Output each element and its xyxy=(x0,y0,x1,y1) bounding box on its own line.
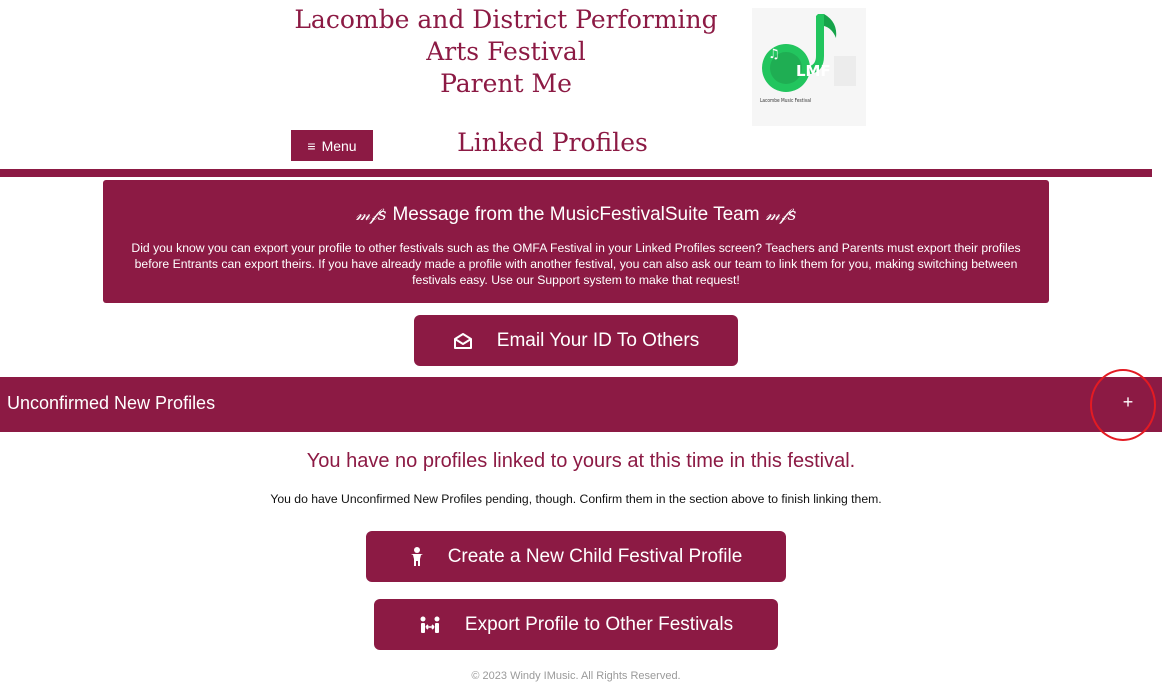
music-note-icon: ♫ LMF Lacombe Music Festival xyxy=(760,14,856,104)
people-arrows-icon xyxy=(419,616,441,634)
no-profiles-heading: You have no profiles linked to yours at … xyxy=(306,450,856,472)
pending-notice: You do have Unconfirmed New Profiles pen… xyxy=(270,492,882,506)
message-title: Message from the MusicFestivalSuite Team xyxy=(392,204,760,225)
page: Lacombe and District Performing Arts Fes… xyxy=(0,0,1162,684)
menu-label: Menu xyxy=(321,137,357,154)
logo-mark-text: LMF xyxy=(796,62,831,80)
message-body: Did you know you can export your profile… xyxy=(131,241,1021,287)
envelope-open-icon xyxy=(453,332,473,350)
page-heading: Linked Profiles xyxy=(457,128,648,157)
email-id-label: Email Your ID To Others xyxy=(496,329,700,351)
mfs-logo-icon: 𝓂𝒻s xyxy=(765,205,797,225)
create-child-label: Create a New Child Festival Profile xyxy=(447,545,743,567)
svg-text:♫: ♫ xyxy=(768,47,780,62)
create-child-profile-button[interactable]: Create a New Child Festival Profile xyxy=(366,531,786,582)
team-message-box: 𝓂𝒻s Message from the MusicFestivalSuite T… xyxy=(103,180,1049,303)
export-profile-button[interactable]: Export Profile to Other Festivals xyxy=(374,599,778,650)
festival-logo: ♫ LMF Lacombe Music Festival xyxy=(752,8,866,126)
header-divider xyxy=(0,169,1152,177)
accordion-label: Unconfirmed New Profiles xyxy=(7,393,216,413)
unconfirmed-profiles-accordion[interactable]: Unconfirmed New Profiles + xyxy=(0,377,1162,432)
export-profile-label: Export Profile to Other Festivals xyxy=(464,613,734,635)
email-id-button[interactable]: Email Your ID To Others xyxy=(414,315,738,366)
logo-caption: Lacombe Music Festival xyxy=(760,98,811,104)
expand-toggle-icon[interactable]: + xyxy=(1118,390,1138,414)
menu-button[interactable]: ≡ Menu xyxy=(291,130,373,161)
footer-copyright: © 2023 Windy IMusic. All Rights Reserved… xyxy=(471,670,681,682)
child-icon xyxy=(410,546,424,567)
mfs-logo-icon: 𝓂𝒻s xyxy=(355,205,387,225)
hamburger-icon: ≡ xyxy=(307,137,316,154)
message-title-row: 𝓂𝒻s Message from the MusicFestivalSuite T… xyxy=(119,202,1033,228)
